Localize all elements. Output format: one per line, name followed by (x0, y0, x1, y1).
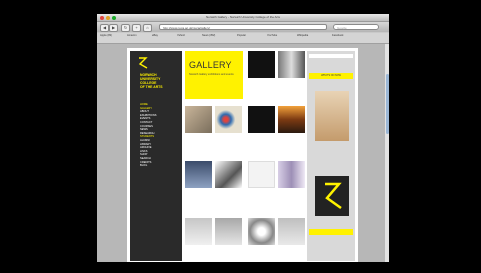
college-name: NORWICH UNIVERSITY COLLEGE OF THE ARTS (140, 73, 163, 89)
gallery-subtitle: Norwich Gallery exhibitions and events (189, 73, 234, 76)
scrollbar-thumb[interactable] (385, 74, 389, 134)
gallery-thumbnail[interactable] (185, 161, 212, 188)
vertical-scrollbar[interactable] (385, 44, 389, 262)
bookmark-item[interactable]: Yahoo! (177, 34, 185, 37)
sidebar-yellow-bar (309, 229, 353, 235)
gallery-thumbnail[interactable] (185, 106, 212, 133)
web-page: NORWICH UNIVERSITY COLLEGE OF THE ARTS H… (127, 48, 358, 262)
home-button[interactable]: ⌂ (143, 24, 152, 32)
toolbar: ◀ ▶ ↻ + ⌂ http://www.nuca.ac.uk/nuca/gal… (97, 22, 389, 32)
gallery-banner: GALLERY Norwich Gallery exhibitions and … (185, 51, 243, 99)
gallery-thumbnail[interactable] (278, 218, 305, 245)
bookmark-item[interactable]: News (352) (202, 34, 215, 37)
page-title: GALLERY (189, 60, 232, 70)
site-sidebar: NORWICH UNIVERSITY COLLEGE OF THE ARTS H… (130, 51, 182, 261)
gallery-thumbnail[interactable] (248, 161, 275, 188)
search-input[interactable]: Google (333, 24, 379, 30)
back-button[interactable]: ◀ (100, 24, 109, 32)
address-bar[interactable]: http://www.nuca.ac.uk/nuca/gallery/ (159, 24, 327, 30)
page-viewport: NORWICH UNIVERSITY COLLEGE OF THE ARTS H… (97, 44, 389, 262)
bookmarks-bar: Apple (83) Amazon eBay Yahoo! News (352)… (97, 33, 389, 44)
gallery-thumbnail[interactable] (278, 161, 305, 188)
gallery-thumbnail[interactable] (215, 218, 242, 245)
bookmark-item[interactable]: Facebook (332, 34, 343, 37)
browser-window: Norwich Gallery - Norwich University Col… (97, 14, 389, 262)
title-bar: Norwich Gallery - Norwich University Col… (97, 14, 389, 22)
whats-on-button[interactable]: WHAT'S ON NOW (309, 73, 353, 79)
window-title: Norwich Gallery - Norwich University Col… (205, 15, 281, 19)
sidebar-image[interactable] (315, 91, 349, 141)
bookmark-item[interactable]: Popular (237, 34, 246, 37)
bookmark-item[interactable]: eBay (152, 34, 158, 37)
gallery-thumbnail[interactable] (278, 51, 305, 78)
gallery-thumbnail[interactable] (185, 218, 212, 245)
bookmark-item[interactable]: YouTube (267, 34, 277, 37)
add-bookmark-button[interactable]: + (132, 24, 141, 32)
gallery-thumbnail[interactable] (215, 106, 242, 133)
bookmark-item[interactable]: Amazon (127, 34, 137, 37)
site-nav: HOME GALLERY ABOUT EXHIBITIONS EVENTS CO… (140, 103, 156, 168)
bookmark-item[interactable]: Apple (83) (100, 34, 112, 37)
sidebar-logo-image[interactable] (315, 176, 349, 216)
right-sidebar: WHAT'S ON NOW (307, 51, 355, 261)
bookmark-item[interactable]: Wikipedia (297, 34, 308, 37)
nuca-logo-icon (325, 182, 342, 210)
gallery-thumbnail[interactable] (215, 161, 242, 188)
reload-button[interactable]: ↻ (121, 24, 130, 32)
gallery-thumbnail[interactable] (278, 106, 305, 133)
nuca-logo-icon[interactable] (138, 57, 148, 69)
forward-button[interactable]: ▶ (109, 24, 118, 32)
sidebar-header (309, 54, 353, 58)
gallery-thumbnail[interactable] (248, 51, 275, 78)
nav-item[interactable]: BLOG (140, 164, 156, 168)
gallery-thumbnail[interactable] (248, 218, 275, 245)
gallery-thumbnail[interactable] (248, 106, 275, 133)
